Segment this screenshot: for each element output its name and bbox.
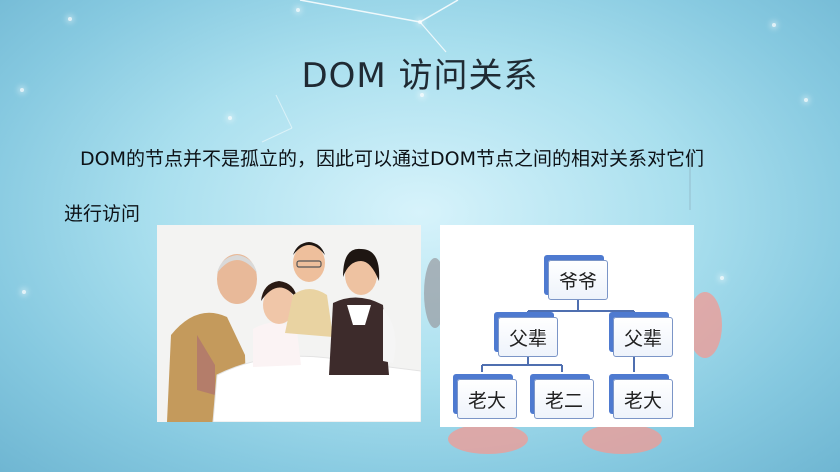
cartoon-character-decoration <box>582 424 662 454</box>
sparkle-decoration <box>804 98 808 102</box>
tree-node-child-3: 老大 <box>613 379 673 419</box>
tree-node-parent-left: 父辈 <box>498 317 558 357</box>
sparkle-decoration <box>720 276 724 280</box>
sparkle-decoration <box>68 17 72 21</box>
cartoon-character-decoration <box>448 424 528 454</box>
slide-title: DOM 访问关系 <box>301 56 539 96</box>
tree-node-parent-right: 父辈 <box>613 317 673 357</box>
sparkle-decoration <box>772 23 776 27</box>
sparkle-decoration <box>418 20 422 24</box>
tree-node-child-1: 老大 <box>457 379 517 419</box>
sparkle-decoration <box>228 116 232 120</box>
tree-node-root: 爷爷 <box>548 260 608 300</box>
family-tree-diagram: 爷爷 父辈 父辈 老大 老二 老大 <box>440 225 694 427</box>
body-text-line-2: 进行访问 <box>64 203 141 225</box>
body-text-line-1: DOM的节点并不是孤立的，因此可以通过DOM节点之间的相对关系对它们 <box>80 148 704 170</box>
family-photo <box>157 225 421 422</box>
sparkle-decoration <box>22 290 26 294</box>
tree-node-child-2: 老二 <box>534 379 594 419</box>
sparkle-decoration <box>296 8 300 12</box>
